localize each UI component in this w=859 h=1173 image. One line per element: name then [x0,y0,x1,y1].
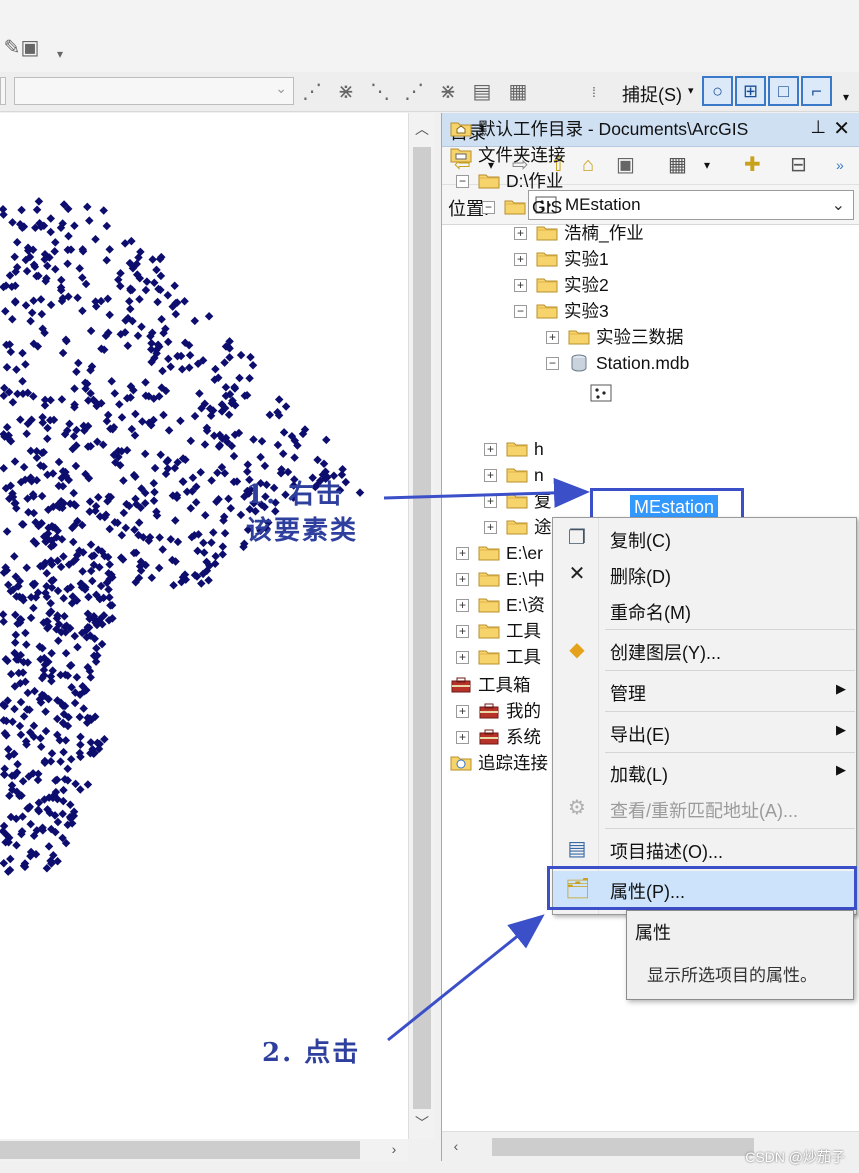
annotation-arrows [383,477,590,1042]
annotation-step1-line1: 1. 右击 [246,480,345,510]
annotation-step1-line2: 该要素类 [246,516,359,546]
annotation-step2: 2. 点击 [262,1038,361,1068]
arrow-to-properties [387,914,545,1042]
arrow-to-feature-class [383,477,590,508]
watermark: CSDN @炒茄子 [745,1149,845,1165]
